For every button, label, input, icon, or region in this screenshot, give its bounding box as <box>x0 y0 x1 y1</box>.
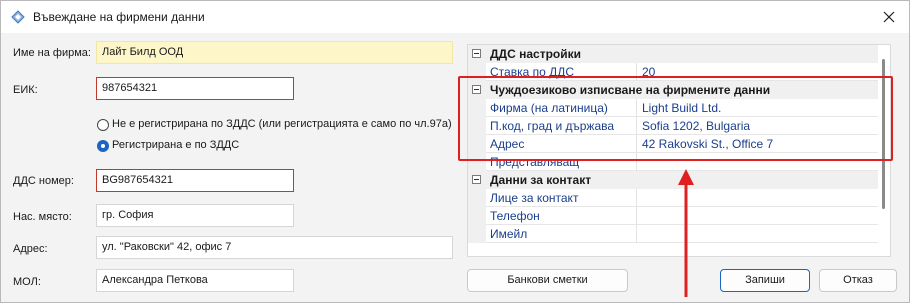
grid-row-contact-person[interactable]: Лице за контакт <box>468 189 878 207</box>
grid-key: Представляващ <box>468 153 637 171</box>
grid-key: Телефон <box>468 207 637 225</box>
close-button[interactable] <box>869 1 909 33</box>
grid-key: Фирма (на латиница) <box>468 99 637 117</box>
section-contact[interactable]: Данни за контакт <box>468 171 878 189</box>
bank-accounts-button[interactable]: Банкови сметки <box>467 269 628 292</box>
city-field[interactable]: гр. София <box>96 204 294 227</box>
radio-dot <box>97 119 109 131</box>
grid-row-address-latin[interactable]: Адрес 42 Rakovski St., Office 7 <box>468 135 878 153</box>
grid-row-vat-rate[interactable]: Ставка по ДДС 20 <box>468 63 878 81</box>
section-foreign-spelling[interactable]: Чуждоезиково изписване на фирмените данн… <box>468 81 878 99</box>
grid-key: Ставка по ДДС <box>468 63 637 81</box>
manager-field[interactable]: Александра Петкова <box>96 269 294 292</box>
section-title: Данни за контакт <box>490 173 592 187</box>
vat-number-field[interactable]: BG987654321 <box>96 169 294 192</box>
grid-key: П.код, град и държава <box>468 117 637 135</box>
grid-value[interactable]: 20 <box>642 63 878 81</box>
app-icon <box>11 10 25 24</box>
company-data-dialog: Въвеждане на фирмени данни Име на фирма:… <box>0 0 910 303</box>
company-name-field[interactable]: Лайт Билд ООД <box>96 41 453 64</box>
grid-key: Адрес <box>468 135 637 153</box>
eik-label: ЕИК: <box>13 84 38 96</box>
grid-value[interactable]: Light Build Ltd. <box>642 99 878 117</box>
scrollbar-thumb[interactable] <box>882 59 885 209</box>
window-title: Въвеждане на фирмени данни <box>33 10 205 24</box>
grid-row-phone[interactable]: Телефон <box>468 207 878 225</box>
collapse-icon[interactable] <box>472 175 481 184</box>
grid-value[interactable] <box>642 225 878 243</box>
eik-field[interactable]: 987654321 <box>96 77 294 100</box>
grid-value[interactable] <box>642 189 878 207</box>
title-bar: Въвеждане на фирмени данни <box>1 1 909 33</box>
section-title: Чуждоезиково изписване на фирмените данн… <box>490 83 771 97</box>
vat-registered-label: Регистрирана е по ЗДДС <box>112 139 240 151</box>
save-button[interactable]: Запиши <box>720 269 810 292</box>
grid-value[interactable]: Sofia 1202, Bulgaria <box>642 117 878 135</box>
cancel-button[interactable]: Отказ <box>819 269 897 292</box>
collapse-icon[interactable] <box>472 85 481 94</box>
grid-row-representative[interactable]: Представляващ <box>468 153 878 171</box>
section-vat-settings[interactable]: ДДС настройки <box>468 45 878 63</box>
grid-value[interactable]: 42 Rakovski St., Office 7 <box>642 135 878 153</box>
vat-number-label: ДДС номер: <box>13 175 74 187</box>
manager-label: МОЛ: <box>13 276 41 288</box>
address-field[interactable]: ул. "Раковски" 42, офис 7 <box>96 236 453 259</box>
vat-not-registered-label: Не е регистрирана по ЗДДС (или регистрац… <box>112 118 452 130</box>
grid-key: Лице за контакт <box>468 189 637 207</box>
grid-value[interactable] <box>642 207 878 225</box>
grid-row-postcode-city-country[interactable]: П.код, град и държава Sofia 1202, Bulgar… <box>468 117 878 135</box>
company-name-label: Име на фирма: <box>13 47 91 59</box>
grid-key: Имейл <box>468 225 637 243</box>
property-grid[interactable]: ДДС настройки Ставка по ДДС 20 Чуждоезик… <box>467 44 891 257</box>
grid-row-company-latin[interactable]: Фирма (на латиница) Light Build Ltd. <box>468 99 878 117</box>
grid-row-email[interactable]: Имейл <box>468 225 878 243</box>
close-icon <box>883 11 895 23</box>
address-label: Адрес: <box>13 243 48 255</box>
collapse-icon[interactable] <box>472 49 481 58</box>
grid-value[interactable] <box>642 153 878 171</box>
radio-dot <box>97 140 109 152</box>
section-title: ДДС настройки <box>490 47 581 61</box>
grid-scrollbar[interactable] <box>878 45 890 256</box>
city-label: Нас. място: <box>13 211 72 223</box>
